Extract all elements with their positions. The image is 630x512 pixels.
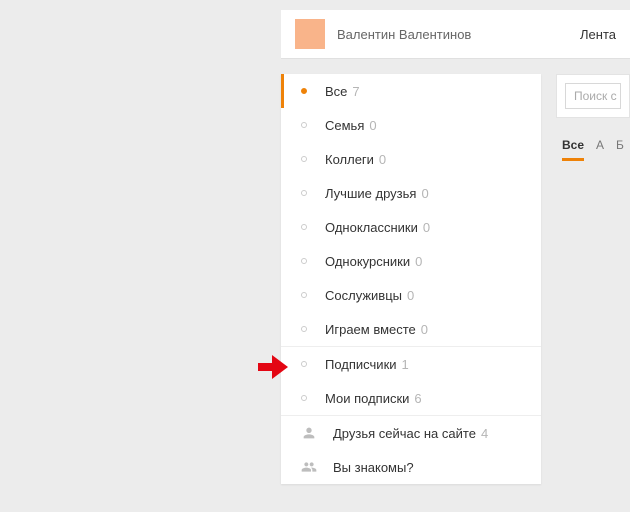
sidebar-item-count: 0 bbox=[421, 186, 428, 201]
bullet-icon bbox=[301, 395, 307, 401]
bullet-icon bbox=[301, 258, 307, 264]
sidebar-item-family[interactable]: Семья 0 bbox=[281, 108, 541, 142]
sidebar-item-label: Мои подписки bbox=[325, 391, 409, 406]
sidebar-item-count: 1 bbox=[402, 357, 409, 372]
sidebar-item-colleagues[interactable]: Коллеги 0 bbox=[281, 142, 541, 176]
sidebar-item-label: Сослуживцы bbox=[325, 288, 402, 303]
bullet-icon bbox=[301, 292, 307, 298]
sidebar-item-label: Одноклассники bbox=[325, 220, 418, 235]
alpha-filter: Все А Б bbox=[556, 138, 630, 161]
header-bar: Валентин Валентинов Лента bbox=[281, 10, 630, 58]
sidebar-item-label: Играем вместе bbox=[325, 322, 416, 337]
sidebar-item-best-friends[interactable]: Лучшие друзья 0 bbox=[281, 176, 541, 210]
sidebar-item-label: Все bbox=[325, 84, 347, 99]
sidebar-group-subscriptions: Подписчики 1 Мои подписки 6 bbox=[281, 346, 541, 415]
alpha-item-b[interactable]: Б bbox=[616, 138, 624, 161]
alpha-item-a[interactable]: А bbox=[596, 138, 604, 161]
username[interactable]: Валентин Валентинов bbox=[337, 27, 471, 42]
sidebar-item-count: 4 bbox=[481, 426, 488, 441]
person-icon bbox=[301, 425, 317, 441]
sidebar-item-label: Подписчики bbox=[325, 357, 397, 372]
sidebar-item-coworkers[interactable]: Сослуживцы 0 bbox=[281, 278, 541, 312]
sidebar-item-count: 0 bbox=[415, 254, 422, 269]
sidebar-item-coursemates[interactable]: Однокурсники 0 bbox=[281, 244, 541, 278]
sidebar-item-friends-online[interactable]: Друзья сейчас на сайте 4 bbox=[281, 416, 541, 450]
bullet-icon bbox=[301, 156, 307, 162]
sidebar-item-count: 0 bbox=[379, 152, 386, 167]
sidebar-item-label: Лучшие друзья bbox=[325, 186, 416, 201]
search-input[interactable]: Поиск с bbox=[565, 83, 621, 109]
sidebar-item-play-together[interactable]: Играем вместе 0 bbox=[281, 312, 541, 346]
sidebar: Все 7 Семья 0 Коллеги 0 Лучшие друзья 0 … bbox=[281, 74, 541, 484]
sidebar-item-my-subscriptions[interactable]: Мои подписки 6 bbox=[281, 381, 541, 415]
sidebar-item-label: Друзья сейчас на сайте bbox=[333, 426, 476, 441]
sidebar-item-do-you-know[interactable]: Вы знакомы? bbox=[281, 450, 541, 484]
sidebar-item-count: 6 bbox=[414, 391, 421, 406]
sidebar-item-label: Однокурсники bbox=[325, 254, 410, 269]
sidebar-item-classmates[interactable]: Одноклассники 0 bbox=[281, 210, 541, 244]
tab-feed[interactable]: Лента bbox=[580, 27, 616, 42]
bullet-icon bbox=[301, 361, 307, 367]
callout-arrow-icon bbox=[258, 355, 288, 379]
sidebar-item-all[interactable]: Все 7 bbox=[281, 74, 541, 108]
bullet-icon bbox=[301, 326, 307, 332]
sidebar-item-count: 7 bbox=[352, 84, 359, 99]
sidebar-group-categories: Все 7 Семья 0 Коллеги 0 Лучшие друзья 0 … bbox=[281, 74, 541, 346]
avatar[interactable] bbox=[295, 19, 325, 49]
alpha-item-all[interactable]: Все bbox=[562, 138, 584, 161]
sidebar-group-presence: Друзья сейчас на сайте 4 Вы знакомы? bbox=[281, 415, 541, 484]
bullet-icon bbox=[301, 190, 307, 196]
bullet-icon bbox=[301, 122, 307, 128]
bullet-icon bbox=[301, 224, 307, 230]
sidebar-item-count: 0 bbox=[421, 322, 428, 337]
sidebar-item-subscribers[interactable]: Подписчики 1 bbox=[281, 347, 541, 381]
sidebar-item-count: 0 bbox=[369, 118, 376, 133]
sidebar-item-count: 0 bbox=[423, 220, 430, 235]
sidebar-item-label: Коллеги bbox=[325, 152, 374, 167]
search-box: Поиск с bbox=[556, 74, 630, 118]
sidebar-item-count: 0 bbox=[407, 288, 414, 303]
sidebar-item-label: Вы знакомы? bbox=[333, 460, 414, 475]
sidebar-item-label: Семья bbox=[325, 118, 364, 133]
bullet-icon bbox=[301, 88, 307, 94]
people-icon bbox=[301, 459, 317, 475]
right-column: Поиск с Все А Б bbox=[556, 74, 630, 161]
